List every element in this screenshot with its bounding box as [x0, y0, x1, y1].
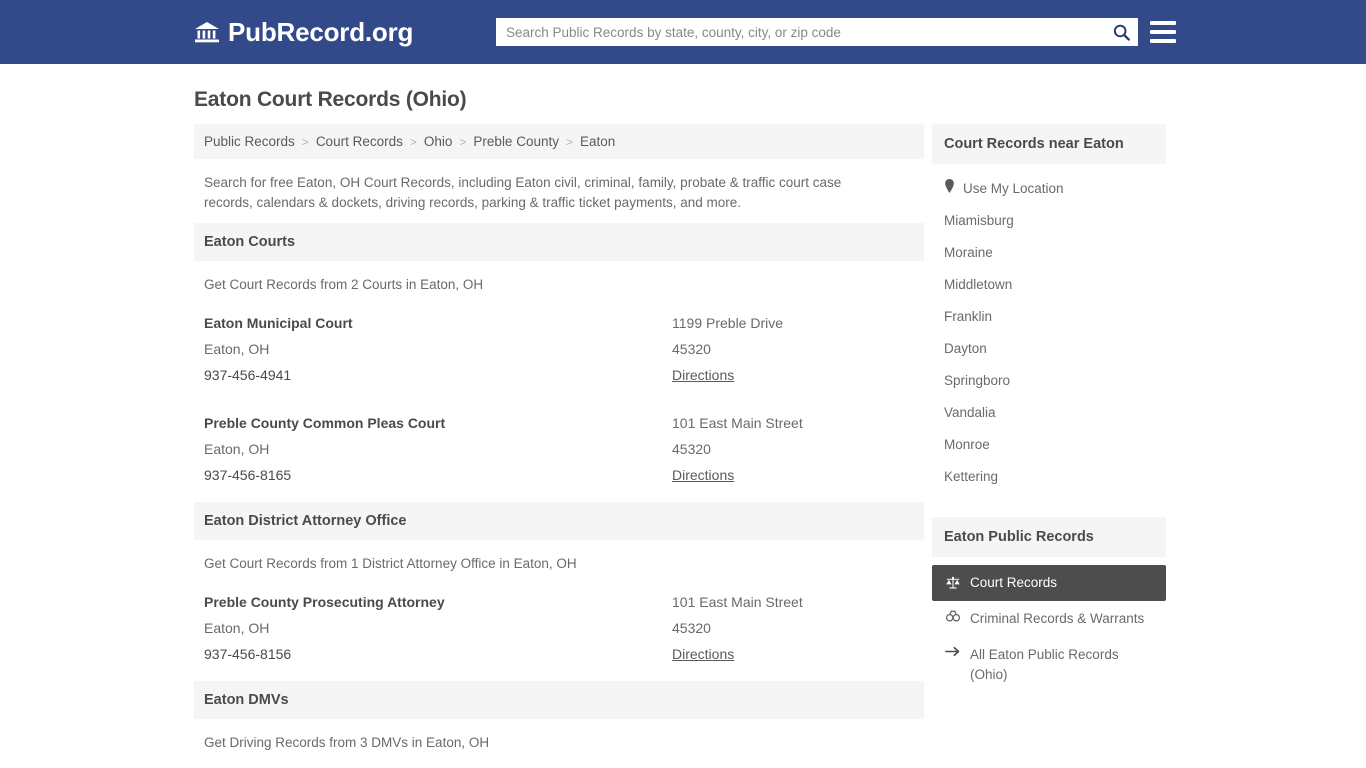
- sidebar-item-vandalia[interactable]: Vandalia: [932, 397, 1166, 429]
- breadcrumb-item-court-records[interactable]: Court Records: [316, 134, 403, 149]
- office-name: Preble County Prosecuting Attorney: [204, 594, 445, 610]
- scales-of-justice-icon: [944, 576, 961, 590]
- entry-details: Eaton Municipal Court Eaton, OH 937-456-…: [204, 310, 672, 388]
- city-label: Miamisburg: [944, 213, 1014, 228]
- court-phone: 937-456-8165: [204, 467, 292, 483]
- hamburger-menu-icon[interactable]: [1150, 18, 1176, 46]
- public-records-list: Court Records Criminal Records & Warrant…: [932, 557, 1166, 693]
- brand-logo-link[interactable]: PubRecord.org: [194, 19, 413, 45]
- court-zip: 45320: [672, 341, 711, 357]
- breadcrumb-separator: >: [565, 134, 573, 149]
- court-name: Eaton Municipal Court: [204, 315, 353, 331]
- breadcrumb-item-ohio[interactable]: Ohio: [424, 134, 453, 149]
- sidebar-item-kettering[interactable]: Kettering: [932, 461, 1166, 493]
- sidebar: Court Records near Eaton Use My Location…: [932, 124, 1166, 693]
- entry-details: Preble County Common Pleas Court Eaton, …: [204, 410, 672, 488]
- court-address: 1199 Preble Drive: [672, 315, 784, 331]
- court-address: 101 East Main Street: [672, 415, 803, 431]
- sidebar-heading-near: Court Records near Eaton: [932, 124, 1166, 164]
- city-label: Vandalia: [944, 405, 996, 420]
- section-heading-eaton-dmvs: Eaton DMVs: [194, 681, 924, 719]
- content-columns: Public Records > Court Records > Ohio > …: [194, 124, 1172, 760]
- search-icon: [1112, 23, 1131, 42]
- breadcrumb-item-public-records[interactable]: Public Records: [204, 134, 295, 149]
- office-city-state: Eaton, OH: [204, 620, 270, 636]
- page-intro-text: Search for free Eaton, OH Court Records,…: [204, 175, 842, 210]
- sidebar-item-middletown[interactable]: Middletown: [932, 269, 1166, 301]
- arrow-right-icon: [944, 645, 961, 658]
- section-heading-district-attorney: Eaton District Attorney Office: [194, 502, 924, 540]
- city-label: Monroe: [944, 437, 990, 452]
- directions-link[interactable]: Directions: [672, 641, 734, 667]
- court-city-state: Eaton, OH: [204, 441, 270, 457]
- main-content: Public Records > Court Records > Ohio > …: [194, 124, 924, 760]
- search-bar[interactable]: [496, 18, 1138, 46]
- court-name: Preble County Common Pleas Court: [204, 415, 446, 431]
- page-title: Eaton Court Records (Ohio): [194, 88, 467, 111]
- breadcrumb-separator: >: [301, 134, 309, 149]
- sidebar-item-monroe[interactable]: Monroe: [932, 429, 1166, 461]
- breadcrumb: Public Records > Court Records > Ohio > …: [194, 124, 924, 159]
- section-subtitle-eaton-courts: Get Court Records from 2 Courts in Eaton…: [204, 277, 484, 292]
- sidebar-item-all-public-records[interactable]: All Eaton Public Records (Ohio): [932, 637, 1166, 693]
- use-my-location-button[interactable]: Use My Location: [932, 172, 1166, 205]
- nearby-cities-list: Use My Location Miamisburg Moraine Middl…: [932, 164, 1166, 499]
- city-label: Franklin: [944, 309, 993, 324]
- city-label: Kettering: [944, 469, 999, 484]
- city-label: Dayton: [944, 341, 987, 356]
- office-zip: 45320: [672, 620, 711, 636]
- city-label: Moraine: [944, 245, 993, 260]
- entry-address: 101 East Main Street 45320 Directions: [672, 589, 914, 667]
- breadcrumb-item-eaton[interactable]: Eaton: [580, 134, 615, 149]
- table-row: Eaton Municipal Court Eaton, OH 937-456-…: [194, 302, 924, 402]
- breadcrumb-item-preble-county[interactable]: Preble County: [473, 134, 559, 149]
- sidebar-item-franklin[interactable]: Franklin: [932, 301, 1166, 333]
- sidebar-item-dayton[interactable]: Dayton: [932, 333, 1166, 365]
- search-button[interactable]: [1104, 18, 1138, 46]
- site-header: PubRecord.org: [0, 0, 1366, 64]
- office-phone: 937-456-8156: [204, 646, 292, 662]
- sidebar-item-label: Criminal Records & Warrants: [970, 611, 1145, 626]
- section-heading-eaton-courts: Eaton Courts: [194, 223, 924, 261]
- table-row: Preble County Prosecuting Attorney Eaton…: [194, 581, 924, 681]
- sidebar-item-miamisburg[interactable]: Miamisburg: [932, 205, 1166, 237]
- use-my-location-label: Use My Location: [963, 180, 1064, 196]
- sidebar-heading-public-records: Eaton Public Records: [932, 517, 1166, 557]
- search-input[interactable]: [496, 18, 1104, 46]
- city-label: Middletown: [944, 277, 1013, 292]
- breadcrumb-separator: >: [409, 134, 417, 149]
- page-container: Eaton Court Records (Ohio) Public Record…: [0, 64, 1366, 760]
- table-row: Preble County Common Pleas Court Eaton, …: [194, 402, 924, 502]
- map-pin-icon: [944, 179, 955, 198]
- bank-building-icon: [194, 19, 220, 45]
- breadcrumb-separator: >: [459, 134, 467, 149]
- entry-address: 101 East Main Street 45320 Directions: [672, 410, 914, 488]
- sidebar-item-springboro[interactable]: Springboro: [932, 365, 1166, 397]
- directions-link[interactable]: Directions: [672, 462, 734, 488]
- section-subtitle-district-attorney: Get Court Records from 1 District Attorn…: [204, 556, 577, 571]
- entry-address: 1199 Preble Drive 45320 Directions: [672, 310, 914, 388]
- city-label: Springboro: [944, 373, 1011, 388]
- sidebar-item-label: Court Records: [970, 575, 1058, 590]
- directions-link[interactable]: Directions: [672, 362, 734, 388]
- entry-details: Preble County Prosecuting Attorney Eaton…: [204, 589, 672, 667]
- court-city-state: Eaton, OH: [204, 341, 270, 357]
- section-subtitle-eaton-dmvs: Get Driving Records from 3 DMVs in Eaton…: [204, 735, 490, 750]
- court-zip: 45320: [672, 441, 711, 457]
- court-phone: 937-456-4941: [204, 367, 292, 383]
- office-address: 101 East Main Street: [672, 594, 803, 610]
- brand-name: PubRecord.org: [228, 17, 414, 47]
- sidebar-item-court-records[interactable]: Court Records: [932, 565, 1166, 601]
- handcuffs-icon: [944, 609, 961, 623]
- sidebar-item-label: All Eaton Public Records (Ohio): [970, 647, 1119, 682]
- sidebar-item-moraine[interactable]: Moraine: [932, 237, 1166, 269]
- sidebar-item-criminal-records[interactable]: Criminal Records & Warrants: [932, 601, 1166, 637]
